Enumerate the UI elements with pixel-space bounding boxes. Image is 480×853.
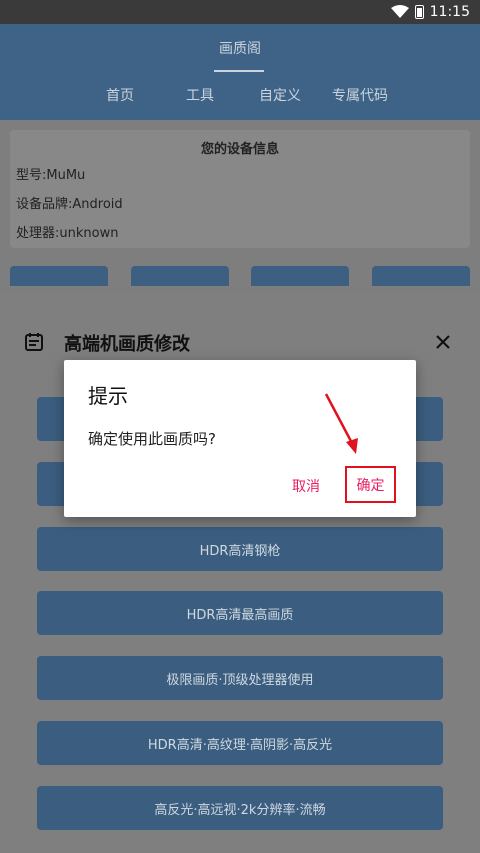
close-icon[interactable] bbox=[432, 331, 454, 353]
quick-button[interactable] bbox=[251, 266, 350, 286]
device-model: 型号:MuMu bbox=[16, 168, 86, 183]
cancel-button[interactable]: 取消 bbox=[286, 474, 326, 498]
quick-button[interactable] bbox=[10, 266, 108, 286]
quality-option-hdr-texture[interactable]: HDR高清·高纹理·高阴影·高反光 bbox=[37, 721, 443, 765]
calendar-icon bbox=[25, 333, 43, 351]
quality-option-2k[interactable]: 高反光·高远视·2k分辨率·流畅 bbox=[37, 786, 443, 830]
dialog-title: 提示 bbox=[88, 384, 128, 408]
tab-exclusive-code[interactable]: 专属代码 bbox=[320, 82, 400, 120]
wifi-icon bbox=[390, 5, 409, 18]
title-underline bbox=[214, 70, 264, 72]
dialog-message: 确定使用此画质吗? bbox=[88, 430, 216, 448]
quality-option-extreme[interactable]: 极限画质·顶级处理器使用 bbox=[37, 656, 443, 700]
app-title: 画质阁 bbox=[219, 41, 261, 57]
annotation-arrow-icon bbox=[324, 393, 358, 454]
sheet-title: 高端机画质修改 bbox=[64, 334, 190, 355]
device-brand: 设备品牌:Android bbox=[16, 197, 123, 212]
tab-custom[interactable]: 自定义 bbox=[240, 82, 320, 120]
device-processor: 处理器:unknown bbox=[16, 226, 119, 241]
status-bar: 11:15 bbox=[0, 0, 480, 24]
tab-tools[interactable]: 工具 bbox=[160, 82, 240, 120]
confirm-button[interactable]: 确定 bbox=[345, 466, 396, 503]
quality-option-hdr-max[interactable]: HDR高清最高画质 bbox=[37, 591, 443, 635]
tab-bar: 首页 工具 自定义 专属代码 bbox=[0, 82, 480, 128]
device-info-card: 您的设备信息 型号:MuMu 设备品牌:Android 处理器:unknown bbox=[10, 130, 470, 248]
quality-option-hdr-gun[interactable]: HDR高清钢枪 bbox=[37, 527, 443, 571]
status-time: 11:15 bbox=[429, 4, 470, 20]
quick-button[interactable] bbox=[371, 266, 470, 286]
app-bar: 画质阁 首页 工具 自定义 专属代码 bbox=[0, 24, 480, 128]
quick-button-row bbox=[10, 266, 470, 286]
tab-home[interactable]: 首页 bbox=[80, 82, 160, 128]
battery-icon bbox=[414, 5, 424, 19]
device-info-title: 您的设备信息 bbox=[200, 142, 279, 157]
quick-button[interactable] bbox=[130, 266, 229, 286]
